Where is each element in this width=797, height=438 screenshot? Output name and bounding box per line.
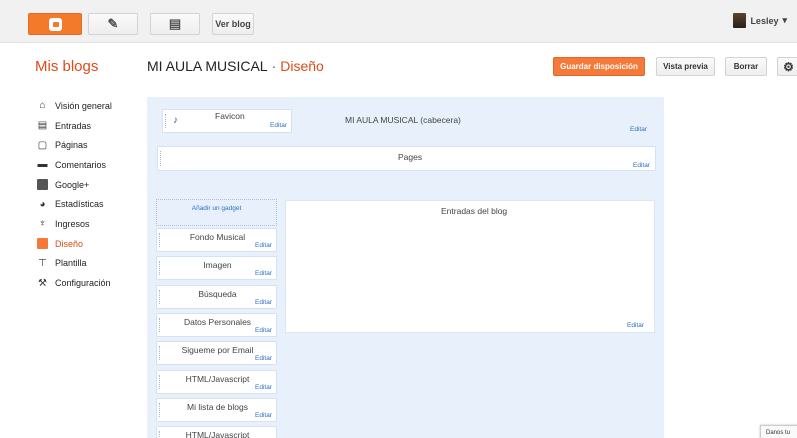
edit-link[interactable]: Editar — [255, 355, 272, 362]
sidebar-item-comments[interactable]: ▬ Comentarios — [37, 155, 112, 175]
sidebar-item-label: Google+ — [55, 179, 90, 190]
user-name: Lesley — [750, 15, 779, 26]
delete-button[interactable]: Borrar — [725, 57, 767, 76]
gadget-title: HTML/Javascript — [185, 374, 250, 384]
sidebar-gadget[interactable]: HTML/Javascript Editar — [156, 370, 277, 394]
feedback-button[interactable]: Danos tu — [760, 425, 797, 438]
blogger-layout-page: ✎ ▤ Ver blog Lesley ▾ Mis blogs MI AULA … — [0, 0, 797, 438]
sidebar-item-google-plus[interactable]: Google+ — [37, 175, 112, 195]
edit-link[interactable]: Editar — [633, 162, 650, 169]
sidebar-gadget[interactable]: Búsqueda Editar — [156, 285, 277, 309]
gadget-title: Entradas del blog — [441, 206, 508, 216]
gadget-title: Pages — [398, 152, 423, 162]
add-gadget-link[interactable]: Añadir un gadget — [156, 199, 277, 226]
sidebar-item-label: Estadísticas — [55, 199, 104, 210]
posts-icon: ▤ — [37, 120, 48, 132]
save-layout-button[interactable]: Guardar disposición — [553, 57, 645, 76]
sidebar-item-stats[interactable]: ◕ Estadísticas — [37, 194, 112, 214]
gadget-title: Búsqueda — [198, 289, 237, 299]
gadget-title: MI AULA MUSICAL (cabecera) — [345, 115, 461, 125]
edit-link[interactable]: Editar — [255, 384, 272, 391]
avatar — [733, 13, 747, 28]
gadget-title: Fondo Musical — [189, 232, 246, 242]
sidebar-item-label: Entradas — [55, 120, 92, 131]
sidebar-item-settings[interactable]: ⚒ Configuración — [37, 273, 112, 293]
gadget-title: Favicon — [215, 111, 245, 121]
pencil-icon: ✎ — [107, 16, 119, 31]
gadget-title: Sigueme por Email — [181, 345, 254, 355]
edit-link[interactable]: Editar — [255, 327, 272, 334]
blogger-logo-icon — [48, 17, 62, 31]
blog-posts-gadget[interactable]: Entradas del blog Editar — [285, 200, 655, 333]
my-blogs-link[interactable]: Mis blogs — [35, 58, 98, 75]
sidebar-item-label: Comentarios — [55, 159, 107, 170]
earnings-icon: ♆ — [38, 218, 47, 230]
google-plus-icon — [37, 179, 48, 191]
sidebar-item-label: Visión general — [55, 100, 112, 111]
gadget-title: Datos Personales — [183, 317, 252, 327]
gadget-title: Imagen — [203, 260, 232, 270]
favicon-gadget[interactable]: ♪ Favicon Editar — [162, 109, 292, 133]
section-name: Diseño — [280, 58, 324, 74]
sidebar-gadget[interactable]: Fondo Musical Editar — [156, 228, 277, 252]
blogger-favicon-icon: ♪ — [173, 115, 178, 126]
sidebar-item-label: Plantilla — [55, 258, 87, 269]
sidebar-item-overview[interactable]: ⌂ Visión general — [37, 96, 112, 116]
gadget-title: Mi lista de blogs — [187, 402, 248, 412]
documents-icon: ▤ — [168, 16, 182, 31]
sidebar-gadget[interactable]: Sigueme por Email Editar — [156, 341, 277, 365]
sidebar-item-posts[interactable]: ▤ Entradas — [37, 116, 112, 136]
template-icon: ⊤ — [38, 257, 47, 269]
blogger-logo-button[interactable] — [28, 13, 82, 35]
sidebar-gadget[interactable]: HTML/Javascript — [156, 426, 277, 438]
header-gadget[interactable]: MI AULA MUSICAL (cabecera) Editar — [292, 109, 657, 137]
gadget-title: HTML/Javascript — [185, 430, 250, 438]
page-title: MI AULA MUSICAL · Diseño — [147, 58, 324, 74]
view-blog-button[interactable]: Ver blog — [212, 13, 254, 35]
gear-button[interactable]: ⚙ — [777, 57, 797, 76]
home-icon: ⌂ — [39, 100, 46, 112]
sidebar-item-layout[interactable]: Diseño — [37, 234, 112, 254]
edit-link[interactable]: Editar — [630, 126, 647, 133]
edit-link[interactable]: Editar — [255, 242, 272, 249]
edit-link[interactable]: Editar — [255, 270, 272, 277]
new-post-button[interactable]: ✎ — [88, 13, 138, 35]
sidebar-item-label: Páginas — [55, 140, 88, 151]
edit-link[interactable]: Editar — [270, 122, 287, 129]
layout-icon — [37, 238, 48, 250]
wrench-icon: ⚒ — [38, 277, 47, 289]
sidebar-item-label: Diseño — [55, 238, 84, 249]
edit-link[interactable]: Editar — [255, 299, 272, 306]
sidebar-nav: ⌂ Visión general ▤ Entradas ▢ Páginas ▬ Come… — [37, 96, 112, 293]
sidebar-gadget[interactable]: Mi lista de blogs Editar — [156, 398, 277, 422]
sidebar-gadget[interactable]: Datos Personales Editar — [156, 313, 277, 337]
stats-icon: ◕ — [39, 198, 46, 210]
sidebar-item-pages[interactable]: ▢ Páginas — [37, 135, 112, 155]
sidebar-item-label: Configuración — [55, 278, 111, 289]
sidebar-item-label: Ingresos — [55, 218, 90, 229]
chevron-down-icon: ▾ — [782, 15, 787, 25]
edit-link[interactable]: Editar — [627, 322, 644, 329]
sidebar-item-earnings[interactable]: ♆ Ingresos — [37, 214, 112, 234]
preview-button[interactable]: Vista previa — [656, 57, 715, 76]
pages-gadget[interactable]: Pages Editar — [157, 146, 656, 171]
blog-name: MI AULA MUSICAL — [147, 58, 268, 74]
edit-link[interactable]: Editar — [255, 412, 272, 419]
comments-icon: ▬ — [37, 159, 48, 171]
user-menu[interactable]: Lesley ▾ — [733, 13, 787, 28]
gear-icon: ⚙ — [783, 59, 794, 74]
posts-list-button[interactable]: ▤ — [150, 13, 200, 35]
sidebar-item-template[interactable]: ⊤ Plantilla — [37, 254, 112, 274]
sidebar-gadget[interactable]: Imagen Editar — [156, 256, 277, 280]
top-toolbar: ✎ ▤ Ver blog Lesley ▾ — [0, 0, 797, 43]
pages-icon: ▢ — [37, 139, 48, 151]
title-separator: · — [271, 58, 277, 74]
